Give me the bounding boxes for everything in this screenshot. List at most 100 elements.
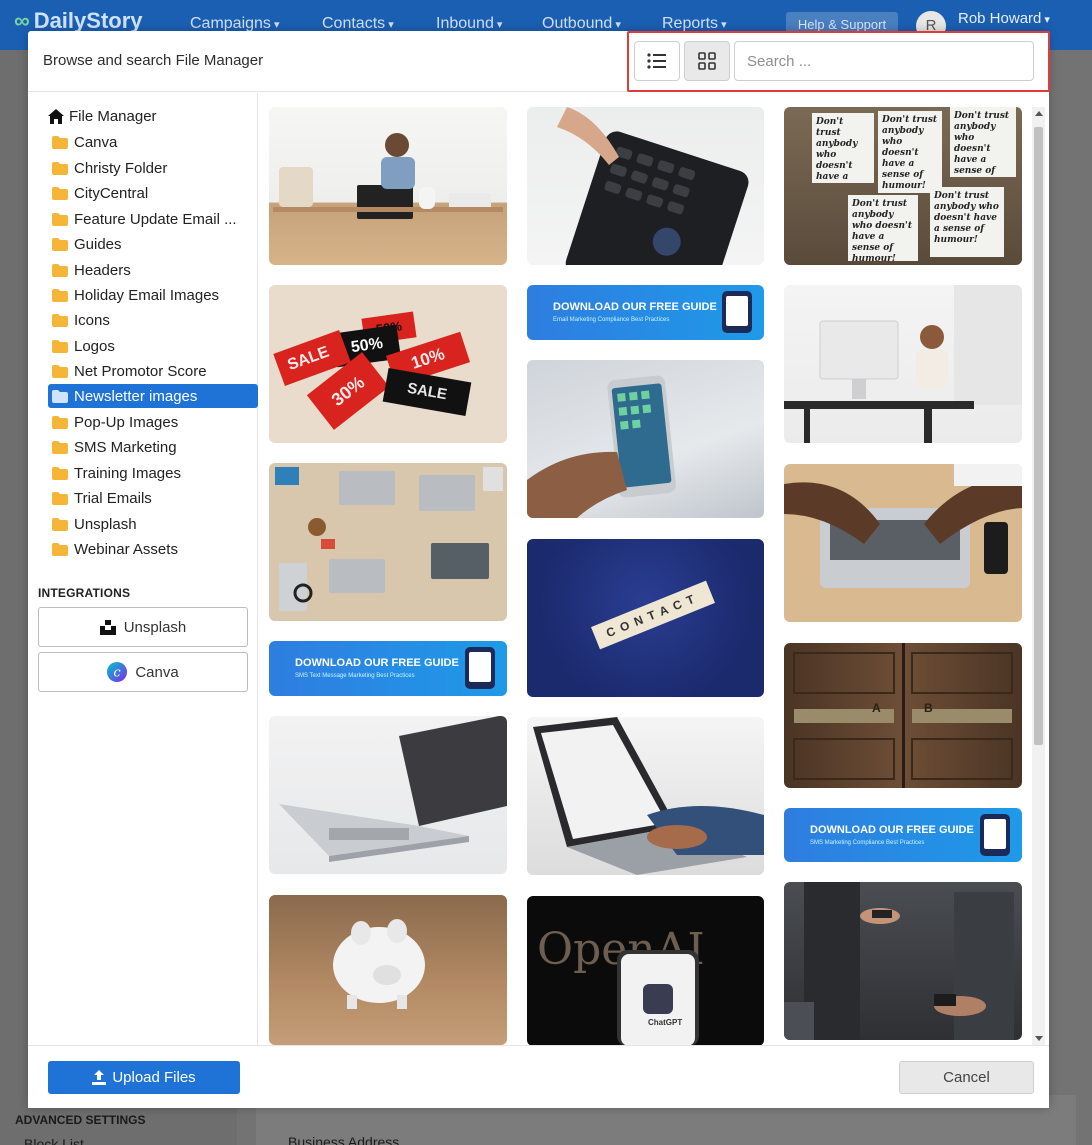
folder-icon xyxy=(52,186,68,200)
phone-graphic xyxy=(980,814,1010,856)
integrations-heading: INTEGRATIONS xyxy=(38,586,131,600)
image-tile-sms-guide-banner[interactable]: DOWNLOAD OUR FREE GUIDE SMS Text Message… xyxy=(269,641,507,696)
image-tile-openai-chatgpt[interactable]: OpenAI ChatGPT xyxy=(527,896,764,1045)
image-tile-email-guide-banner[interactable]: DOWNLOAD OUR FREE GUIDE Email Marketing … xyxy=(527,285,764,340)
highlight-annotation xyxy=(627,31,1050,92)
wooden-doors-photo xyxy=(793,643,1013,788)
tree-root-file-manager[interactable]: File Manager xyxy=(48,108,157,125)
image-tile-typing-laptop[interactable] xyxy=(527,717,764,875)
scroll-thumb[interactable] xyxy=(1034,127,1043,745)
user-menu[interactable]: Rob Howard xyxy=(958,10,1050,27)
home-icon xyxy=(48,109,64,124)
folder-tree: File Manager Canva Christy Folder CityCe… xyxy=(28,93,258,1045)
folder-icon xyxy=(52,491,68,505)
folder-item[interactable]: Feature Update Email ... xyxy=(48,207,258,231)
image-tile-team-laptops[interactable] xyxy=(269,463,507,621)
folder-item[interactable]: Canva xyxy=(48,130,258,154)
phone-graphic xyxy=(465,647,495,689)
image-tile-sale-tags[interactable]: 50% 50% SALE 30% 10% SALE xyxy=(269,285,507,443)
folder-icon xyxy=(52,288,68,302)
folder-item[interactable]: Trial Emails xyxy=(48,486,258,510)
unsplash-button[interactable]: Unsplash xyxy=(38,607,248,647)
folder-item[interactable]: Net Promotor Score xyxy=(48,359,258,383)
folder-item[interactable]: Pop-Up Images xyxy=(48,410,258,434)
folder-icon xyxy=(52,263,68,277)
folder-item[interactable]: Holiday Email Images xyxy=(48,283,258,307)
unsplash-icon xyxy=(99,620,116,635)
folder-item[interactable]: Logos xyxy=(48,334,258,358)
folder-icon xyxy=(52,339,68,353)
door-letter: B xyxy=(924,701,933,715)
bg-block-list: Block List xyxy=(24,1136,84,1145)
humour-note: Don't trust anybody who doesn't have a s… xyxy=(812,113,874,183)
folder-icon xyxy=(52,364,68,378)
team-laptops-photo xyxy=(275,467,503,611)
humour-note: Don't trust anybody who doesn't have a s… xyxy=(930,187,1004,257)
folder-icon xyxy=(52,313,68,327)
folder-icon xyxy=(52,161,68,175)
folder-icon xyxy=(52,440,68,454)
typing-laptop-photo xyxy=(533,717,764,875)
folder-item[interactable]: Guides xyxy=(48,232,258,256)
image-tile-piggy-bank[interactable] xyxy=(269,895,507,1045)
folder-item[interactable]: Unsplash xyxy=(48,512,258,536)
file-manager-modal: Browse and search File Manager Fil xyxy=(28,31,1051,1108)
hand-phone-photo xyxy=(527,375,676,518)
imac-woman-photo xyxy=(784,285,1022,443)
phone-graphic xyxy=(722,291,752,333)
humour-note: Don't trust anybody who doesn't have a s… xyxy=(848,195,918,261)
bg-advanced-settings: ADVANCED SETTINGS xyxy=(15,1113,146,1127)
humour-note: Don't trust anybody who doesn't have a s… xyxy=(950,107,1016,177)
folder-icon xyxy=(52,517,68,531)
upload-files-button[interactable]: Upload Files xyxy=(48,1061,240,1094)
door-letter: A xyxy=(872,701,881,715)
bg-business-address: Business Address xyxy=(288,1134,400,1145)
folder-item[interactable]: Icons xyxy=(48,308,258,332)
image-tile-desk-woman[interactable] xyxy=(269,107,507,265)
scroll-down-icon[interactable] xyxy=(1035,1036,1043,1041)
humour-note: Don't trust anybody who doesn't have a s… xyxy=(878,111,942,193)
folder-item[interactable]: Training Images xyxy=(48,461,258,485)
folder-item[interactable]: SMS Marketing xyxy=(48,435,258,459)
folder-icon xyxy=(52,135,68,149)
image-tile-contact-tiles[interactable]: CONTACT xyxy=(527,539,764,697)
folder-open-icon xyxy=(52,389,68,403)
image-tile-laptop-side[interactable] xyxy=(269,716,507,874)
desk-woman-photo xyxy=(273,133,503,219)
laptop-side-photo xyxy=(279,716,507,862)
contact-scrabble-tiles: CONTACT xyxy=(591,580,715,650)
modal-footer: Upload Files Cancel xyxy=(28,1045,1049,1108)
phone-street-photo xyxy=(784,882,1014,1040)
image-grid: 50% 50% SALE 30% 10% SALE DOWNLOAD OUR xyxy=(259,93,1051,1045)
image-tile-sms-compliance-banner[interactable]: DOWNLOAD OUR FREE GUIDE SMS Marketing Co… xyxy=(784,808,1022,862)
grid-scrollbar[interactable] xyxy=(1032,107,1045,1045)
calculator-photo xyxy=(557,107,749,265)
canva-icon: c xyxy=(107,662,128,682)
folder-item[interactable]: CityCentral xyxy=(48,181,258,205)
phone-frame xyxy=(617,950,699,1045)
image-tile-calculator[interactable] xyxy=(527,107,764,265)
image-tile-hands-laptop[interactable] xyxy=(784,464,1022,622)
folder-item-selected[interactable]: Newsletter images xyxy=(48,384,258,408)
image-tile-phone-street[interactable] xyxy=(784,882,1022,1040)
cancel-button[interactable]: Cancel xyxy=(899,1061,1034,1094)
svg-text:c: c xyxy=(114,666,122,681)
folder-icon xyxy=(52,415,68,429)
sale-tag: SALE xyxy=(382,367,472,417)
canva-button[interactable]: c Canva xyxy=(38,652,248,692)
image-tile-humour-notes[interactable]: Don't trust anybody who doesn't have a s… xyxy=(784,107,1022,265)
folder-item[interactable]: Headers xyxy=(48,258,258,282)
folder-item[interactable]: Christy Folder xyxy=(48,156,258,180)
chatgpt-label: ChatGPT xyxy=(648,1018,683,1027)
piggy-bank-photo xyxy=(333,919,425,1009)
image-tile-wooden-doors[interactable]: A B xyxy=(784,643,1022,788)
image-tile-hand-phone[interactable] xyxy=(527,360,764,518)
folder-icon xyxy=(52,237,68,251)
scroll-up-icon[interactable] xyxy=(1035,111,1043,116)
folder-icon xyxy=(52,466,68,480)
folder-item[interactable]: Webinar Assets xyxy=(48,537,258,561)
image-tile-imac-woman[interactable] xyxy=(784,285,1022,443)
folder-icon xyxy=(52,542,68,556)
modal-title: Browse and search File Manager xyxy=(43,52,264,69)
upload-icon xyxy=(92,1070,107,1085)
